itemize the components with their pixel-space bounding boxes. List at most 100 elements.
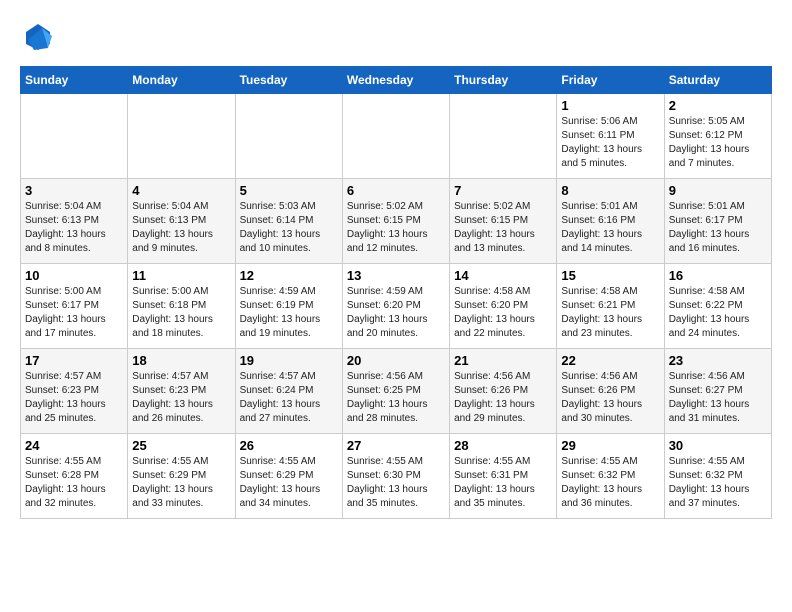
calendar-empty-cell: [235, 94, 342, 179]
calendar-day-23: 23 Sunrise: 4:56 AM Sunset: 6:27 PM Dayli…: [664, 349, 771, 434]
day-number: 22: [561, 353, 659, 368]
day-info: Sunrise: 4:55 AM Sunset: 6:30 PM Dayligh…: [347, 455, 445, 511]
day-info: Sunrise: 4:55 AM Sunset: 6:32 PM Dayligh…: [561, 455, 659, 511]
day-number: 12: [240, 268, 338, 283]
calendar-day-10: 10 Sunrise: 5:00 AM Sunset: 6:17 PM Dayli…: [21, 264, 128, 349]
day-number: 24: [25, 438, 123, 453]
calendar-empty-cell: [21, 94, 128, 179]
day-info: Sunrise: 4:56 AM Sunset: 6:27 PM Dayligh…: [669, 370, 767, 426]
day-info: Sunrise: 4:58 AM Sunset: 6:20 PM Dayligh…: [454, 285, 552, 341]
day-number: 7: [454, 183, 552, 198]
day-number: 4: [132, 183, 230, 198]
calendar-day-27: 27 Sunrise: 4:55 AM Sunset: 6:30 PM Dayli…: [342, 434, 449, 519]
day-number: 20: [347, 353, 445, 368]
day-number: 18: [132, 353, 230, 368]
calendar-day-3: 3Sunrise: 5:04 AM Sunset: 6:13 PM Daylig…: [21, 179, 128, 264]
day-info: Sunrise: 4:55 AM Sunset: 6:28 PM Dayligh…: [25, 455, 123, 511]
calendar-week-row: 1 Sunrise: 5:06 AM Sunset: 6:11 PM Daylig…: [21, 94, 772, 179]
calendar-day-29: 29 Sunrise: 4:55 AM Sunset: 6:32 PM Dayli…: [557, 434, 664, 519]
day-number: 15: [561, 268, 659, 283]
calendar-empty-cell: [128, 94, 235, 179]
logo: [20, 20, 62, 56]
day-info: Sunrise: 4:55 AM Sunset: 6:29 PM Dayligh…: [240, 455, 338, 511]
calendar-day-1: 1 Sunrise: 5:06 AM Sunset: 6:11 PM Daylig…: [557, 94, 664, 179]
calendar-day-26: 26 Sunrise: 4:55 AM Sunset: 6:29 PM Dayli…: [235, 434, 342, 519]
calendar-day-17: 17Sunrise: 4:57 AM Sunset: 6:23 PM Dayli…: [21, 349, 128, 434]
calendar-day-22: 22 Sunrise: 4:56 AM Sunset: 6:26 PM Dayli…: [557, 349, 664, 434]
calendar-day-16: 16 Sunrise: 4:58 AM Sunset: 6:22 PM Dayli…: [664, 264, 771, 349]
day-info: Sunrise: 4:59 AM Sunset: 6:20 PM Dayligh…: [347, 285, 445, 341]
day-number: 21: [454, 353, 552, 368]
day-number: 19: [240, 353, 338, 368]
day-info: Sunrise: 5:05 AM Sunset: 6:12 PM Dayligh…: [669, 115, 767, 171]
day-number: 27: [347, 438, 445, 453]
day-number: 29: [561, 438, 659, 453]
day-info: Sunrise: 5:04 AM Sunset: 6:13 PM Dayligh…: [132, 200, 230, 256]
day-info: Sunrise: 5:00 AM Sunset: 6:17 PM Dayligh…: [25, 285, 123, 341]
calendar-day-2: 2Sunrise: 5:05 AM Sunset: 6:12 PM Daylig…: [664, 94, 771, 179]
day-number: 26: [240, 438, 338, 453]
day-number: 16: [669, 268, 767, 283]
calendar-day-4: 4 Sunrise: 5:04 AM Sunset: 6:13 PM Daylig…: [128, 179, 235, 264]
day-info: Sunrise: 5:06 AM Sunset: 6:11 PM Dayligh…: [561, 115, 659, 171]
day-number: 10: [25, 268, 123, 283]
day-info: Sunrise: 4:55 AM Sunset: 6:29 PM Dayligh…: [132, 455, 230, 511]
day-info: Sunrise: 4:55 AM Sunset: 6:32 PM Dayligh…: [669, 455, 767, 511]
calendar-day-6: 6Sunrise: 5:02 AM Sunset: 6:15 PM Daylig…: [342, 179, 449, 264]
day-number: 11: [132, 268, 230, 283]
day-info: Sunrise: 5:03 AM Sunset: 6:14 PM Dayligh…: [240, 200, 338, 256]
calendar-empty-cell: [342, 94, 449, 179]
day-number: 5: [240, 183, 338, 198]
day-info: Sunrise: 4:58 AM Sunset: 6:22 PM Dayligh…: [669, 285, 767, 341]
day-info: Sunrise: 5:04 AM Sunset: 6:13 PM Dayligh…: [25, 200, 123, 256]
day-number: 23: [669, 353, 767, 368]
calendar-header-saturday: Saturday: [664, 67, 771, 94]
calendar-header-tuesday: Tuesday: [235, 67, 342, 94]
calendar-week-row: 3Sunrise: 5:04 AM Sunset: 6:13 PM Daylig…: [21, 179, 772, 264]
calendar-header-monday: Monday: [128, 67, 235, 94]
calendar-day-20: 20 Sunrise: 4:56 AM Sunset: 6:25 PM Dayli…: [342, 349, 449, 434]
calendar-header-wednesday: Wednesday: [342, 67, 449, 94]
day-info: Sunrise: 4:56 AM Sunset: 6:26 PM Dayligh…: [454, 370, 552, 426]
calendar-day-30: 30Sunrise: 4:55 AM Sunset: 6:32 PM Dayli…: [664, 434, 771, 519]
calendar-day-28: 28 Sunrise: 4:55 AM Sunset: 6:31 PM Dayli…: [450, 434, 557, 519]
day-info: Sunrise: 5:02 AM Sunset: 6:15 PM Dayligh…: [454, 200, 552, 256]
calendar-empty-cell: [450, 94, 557, 179]
page-header: [20, 20, 772, 56]
calendar-day-9: 9 Sunrise: 5:01 AM Sunset: 6:17 PM Daylig…: [664, 179, 771, 264]
calendar-week-row: 17Sunrise: 4:57 AM Sunset: 6:23 PM Dayli…: [21, 349, 772, 434]
calendar-day-7: 7 Sunrise: 5:02 AM Sunset: 6:15 PM Daylig…: [450, 179, 557, 264]
day-info: Sunrise: 5:01 AM Sunset: 6:16 PM Dayligh…: [561, 200, 659, 256]
calendar-header-thursday: Thursday: [450, 67, 557, 94]
calendar-table: SundayMondayTuesdayWednesdayThursdayFrid…: [20, 66, 772, 519]
calendar-day-15: 15Sunrise: 4:58 AM Sunset: 6:21 PM Dayli…: [557, 264, 664, 349]
day-info: Sunrise: 5:01 AM Sunset: 6:17 PM Dayligh…: [669, 200, 767, 256]
day-info: Sunrise: 4:55 AM Sunset: 6:31 PM Dayligh…: [454, 455, 552, 511]
calendar-day-14: 14 Sunrise: 4:58 AM Sunset: 6:20 PM Dayli…: [450, 264, 557, 349]
day-number: 9: [669, 183, 767, 198]
day-info: Sunrise: 4:57 AM Sunset: 6:23 PM Dayligh…: [132, 370, 230, 426]
calendar-header-friday: Friday: [557, 67, 664, 94]
day-info: Sunrise: 4:56 AM Sunset: 6:26 PM Dayligh…: [561, 370, 659, 426]
day-info: Sunrise: 5:00 AM Sunset: 6:18 PM Dayligh…: [132, 285, 230, 341]
calendar-week-row: 24 Sunrise: 4:55 AM Sunset: 6:28 PM Dayli…: [21, 434, 772, 519]
calendar-day-12: 12 Sunrise: 4:59 AM Sunset: 6:19 PM Dayli…: [235, 264, 342, 349]
calendar-day-25: 25Sunrise: 4:55 AM Sunset: 6:29 PM Dayli…: [128, 434, 235, 519]
calendar-day-18: 18 Sunrise: 4:57 AM Sunset: 6:23 PM Dayli…: [128, 349, 235, 434]
calendar-day-24: 24 Sunrise: 4:55 AM Sunset: 6:28 PM Dayli…: [21, 434, 128, 519]
day-info: Sunrise: 4:56 AM Sunset: 6:25 PM Dayligh…: [347, 370, 445, 426]
logo-icon: [20, 20, 56, 56]
calendar-day-11: 11 Sunrise: 5:00 AM Sunset: 6:18 PM Dayli…: [128, 264, 235, 349]
calendar-day-19: 19 Sunrise: 4:57 AM Sunset: 6:24 PM Dayli…: [235, 349, 342, 434]
day-info: Sunrise: 5:02 AM Sunset: 6:15 PM Dayligh…: [347, 200, 445, 256]
day-number: 1: [561, 98, 659, 113]
day-info: Sunrise: 4:57 AM Sunset: 6:24 PM Dayligh…: [240, 370, 338, 426]
calendar-day-5: 5 Sunrise: 5:03 AM Sunset: 6:14 PM Daylig…: [235, 179, 342, 264]
day-info: Sunrise: 4:59 AM Sunset: 6:19 PM Dayligh…: [240, 285, 338, 341]
calendar-day-21: 21 Sunrise: 4:56 AM Sunset: 6:26 PM Dayli…: [450, 349, 557, 434]
calendar-day-8: 8 Sunrise: 5:01 AM Sunset: 6:16 PM Daylig…: [557, 179, 664, 264]
day-number: 14: [454, 268, 552, 283]
calendar-header-row: SundayMondayTuesdayWednesdayThursdayFrid…: [21, 67, 772, 94]
day-number: 8: [561, 183, 659, 198]
day-number: 28: [454, 438, 552, 453]
